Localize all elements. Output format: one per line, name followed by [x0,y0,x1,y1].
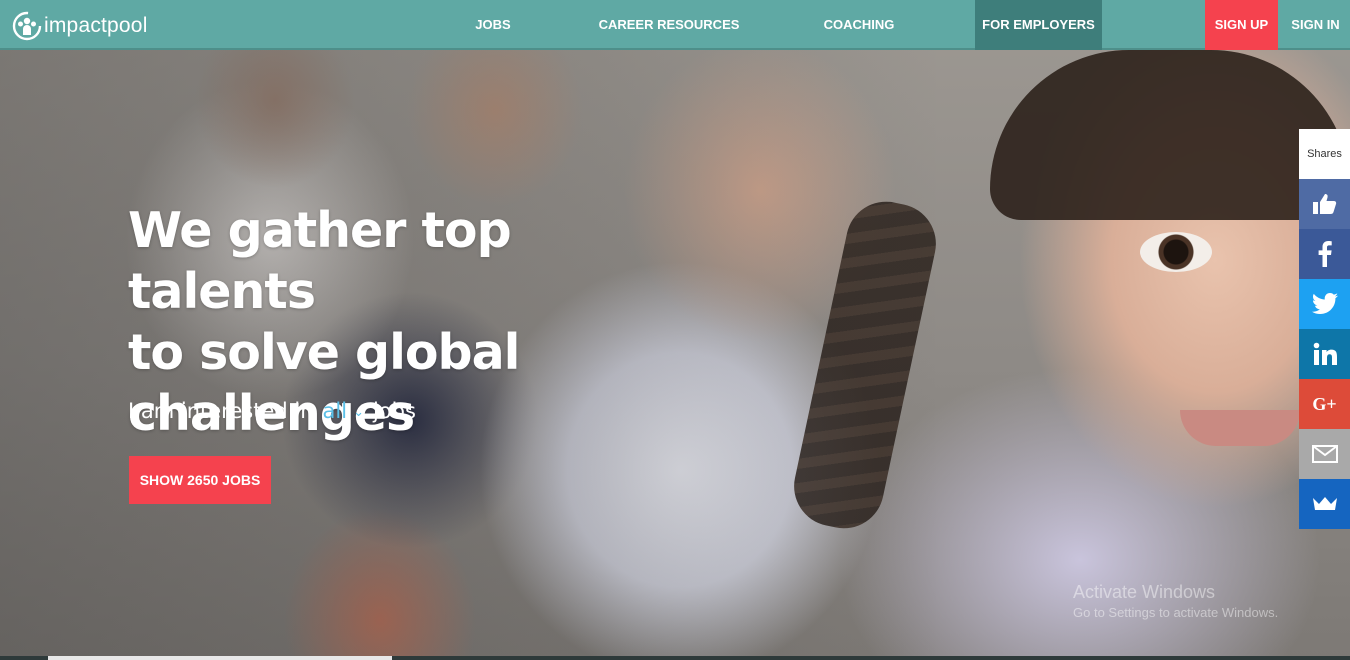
hero-photo-braid [786,194,944,536]
shares-label: Shares [1299,129,1350,179]
email-share-button[interactable] [1299,429,1350,479]
nav-career-resources[interactable]: CAREER RESOURCES [596,0,742,50]
nav-jobs[interactable]: JOBS [462,0,524,50]
windows-activation-watermark: Activate Windows Go to Settings to activ… [1073,582,1278,620]
twitter-icon [1311,293,1338,314]
brand-name: impactpool [44,14,148,37]
headline-line-1: We gather top talents [128,202,512,320]
share-sidebar: Shares G+ [1299,129,1350,529]
sumo-share-button[interactable] [1299,479,1350,529]
linkedin-share-button[interactable] [1299,329,1350,379]
crown-icon [1312,497,1337,510]
people-circle-icon [12,11,42,41]
hero-photo-mouth [1180,410,1300,446]
sign-in-button[interactable]: SIGN IN [1281,0,1350,50]
watermark-subtitle: Go to Settings to activate Windows. [1073,605,1279,620]
show-jobs-button[interactable]: SHOW 2650 JOBS [129,456,271,504]
like-button[interactable] [1299,179,1350,229]
hero-photo-eye [1140,232,1212,272]
interest-prefix: I am interested in [128,399,314,423]
facebook-icon [1318,241,1332,267]
nav-for-employers[interactable]: FOR EMPLOYERS [975,0,1102,50]
bottom-edge-strip [0,656,1350,660]
brand-logo[interactable]: impactpool [12,11,148,41]
interest-dropdown[interactable]: all [323,399,348,423]
google-plus-icon: G+ [1312,393,1337,414]
headline-line-2: to solve global [128,324,520,381]
sign-up-button[interactable]: SIGN UP [1205,0,1278,50]
thumbs-up-icon [1312,194,1336,214]
job-interest-selector: I am interested in all ⌄ jobs [128,399,416,423]
google-plus-share-button[interactable]: G+ [1299,379,1350,429]
facebook-share-button[interactable] [1299,229,1350,279]
twitter-share-button[interactable] [1299,279,1350,329]
email-icon [1311,445,1338,463]
nav-coaching[interactable]: COACHING [816,0,902,50]
linkedin-icon [1313,342,1337,365]
hero-photo-hair [990,50,1350,220]
top-navigation-bar: impactpool JOBS CAREER RESOURCES COACHIN… [0,0,1350,50]
watermark-title: Activate Windows [1073,582,1216,602]
interest-suffix: jobs [372,399,416,423]
chevron-down-icon[interactable]: ⌄ [353,405,364,420]
